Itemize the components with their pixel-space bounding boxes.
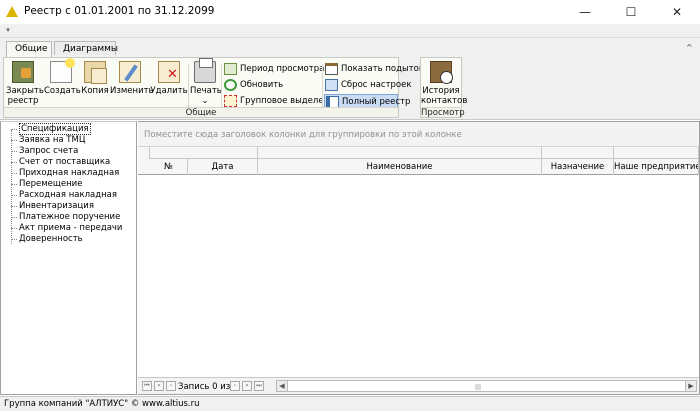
quick-access-toolbar: ▾ (0, 24, 700, 38)
column-header-our-company[interactable]: Наше предприятие (614, 159, 699, 175)
status-bar: Группа компаний "АЛТИУС" © www.altius.ru (0, 396, 700, 411)
separator (221, 64, 222, 108)
ribbon-group-general: Закрыть реестр Создать Копия Изменить Уд… (3, 57, 429, 118)
ribbon: Закрыть реестр Создать Копия Изменить Уд… (0, 55, 700, 120)
column-header-date[interactable]: Дата (188, 159, 258, 175)
delete-button[interactable]: Удалить (150, 61, 188, 107)
tree-item[interactable]: Платежное поручение (11, 212, 120, 223)
separator (188, 64, 189, 108)
delete-icon (158, 61, 180, 83)
prev-page-icon[interactable]: « (154, 381, 164, 391)
close-registry-button[interactable]: Закрыть реестр (6, 61, 44, 107)
prev-record-icon[interactable]: ‹ (166, 381, 176, 391)
column-header-row: № Дата Наименование Назначение Наше пред… (138, 159, 699, 175)
create-button[interactable]: Создать (44, 58, 81, 107)
group-select-icon (224, 95, 237, 107)
tree-item[interactable]: Запрос счета (11, 146, 78, 157)
tab-diagrams[interactable]: Диаграммы (54, 41, 118, 56)
last-record-icon[interactable]: ⏭ (254, 381, 264, 391)
band-cell (150, 147, 258, 159)
window-title: Реестр с 01.01.2001 по 31.12.2099 (24, 5, 215, 17)
show-subtotals-button[interactable]: Показать подытоги (324, 62, 429, 76)
qat-menu-icon[interactable]: ▾ (3, 25, 13, 36)
tree-item[interactable]: Приходная накладная (11, 168, 119, 179)
history-book-icon (430, 61, 453, 84)
record-navigator: ⏮ « ‹ Запись 0 из 0 › » ⏭ ◀ ||| ▶ (138, 377, 699, 394)
reset-icon (325, 79, 338, 91)
full-registry-button[interactable]: Полный реестр (324, 94, 410, 108)
registry-grid: Поместите сюда заголовок колонки для гру… (138, 121, 700, 395)
chevron-down-icon: ⌄ (201, 96, 209, 106)
title-bar: Реестр с 01.01.2001 по 31.12.2099 — ☐ ✕ (0, 0, 700, 24)
tree-item[interactable]: Заявка на ТМЦ (11, 135, 85, 146)
status-text: Группа компаний "АЛТИУС" © www.altius.ru (4, 399, 200, 409)
contact-history-button[interactable]: История контактов (421, 61, 467, 107)
ribbon-tabs: Общие Диаграммы ^ (0, 38, 700, 57)
edit-icon (119, 61, 141, 83)
column-header-purpose[interactable]: Назначение (542, 159, 614, 175)
first-record-icon[interactable]: ⏮ (142, 381, 152, 391)
close-registry-icon (12, 61, 34, 83)
band-cell (258, 147, 542, 159)
ribbon-group-label: Общие (4, 107, 398, 118)
document-type-tree: Спецификация Заявка на ТМЦ Запрос счета … (0, 121, 137, 395)
tree-item[interactable]: Счет от поставщика (11, 157, 110, 168)
printer-icon (194, 58, 216, 83)
band-header-row (138, 147, 699, 159)
tab-general[interactable]: Общие (6, 41, 52, 57)
copy-button[interactable]: Копия (80, 61, 110, 107)
refresh-icon (224, 79, 237, 91)
reset-settings-button[interactable]: Сброс настроек (324, 78, 412, 92)
edit-button[interactable]: Изменить (110, 61, 154, 107)
tree-item[interactable]: Инвентаризация (11, 201, 94, 212)
print-button[interactable]: Печать ⌄ (190, 58, 222, 107)
copy-icon (84, 61, 107, 84)
tree-item[interactable]: Акт приема - передачи (11, 223, 122, 234)
next-page-icon[interactable]: » (242, 381, 252, 391)
column-header-number[interactable]: № (150, 159, 188, 175)
tree-item[interactable]: Спецификация (11, 123, 91, 135)
subtotals-icon (325, 63, 338, 75)
tree-item[interactable]: Доверенность (11, 234, 83, 245)
group-by-panel[interactable]: Поместите сюда заголовок колонки для гру… (138, 122, 699, 147)
horizontal-scrollbar[interactable]: ◀ ||| ▶ (276, 380, 697, 392)
tree-item[interactable]: Расходная накладная (11, 190, 117, 201)
scroll-grip-icon[interactable]: ||| (475, 384, 481, 391)
maximize-button[interactable]: ☐ (608, 0, 654, 24)
new-document-icon (50, 58, 75, 83)
next-record-icon[interactable]: › (230, 381, 240, 391)
tree-item[interactable]: Перемещение (11, 179, 82, 190)
ribbon-group-label: Просмотр (421, 107, 465, 118)
ribbon-collapse-icon[interactable]: ^ (686, 43, 693, 52)
group-by-hint: Поместите сюда заголовок колонки для гру… (144, 130, 462, 140)
scroll-left-icon[interactable]: ◀ (277, 381, 288, 391)
minimize-button[interactable]: — (562, 0, 608, 24)
warning-triangle-icon (6, 6, 18, 17)
view-period-button[interactable]: Период просмотра (223, 62, 324, 76)
column-header-name[interactable]: Наименование (258, 159, 542, 175)
scroll-right-icon[interactable]: ▶ (685, 381, 696, 391)
close-window-button[interactable]: ✕ (654, 0, 700, 24)
separator (322, 64, 323, 108)
refresh-button[interactable]: Обновить (223, 78, 283, 92)
band-cell (542, 147, 614, 159)
calendar-icon (224, 63, 237, 75)
ribbon-group-view: История контактов Просмотр (420, 57, 467, 118)
band-cell (614, 147, 699, 159)
